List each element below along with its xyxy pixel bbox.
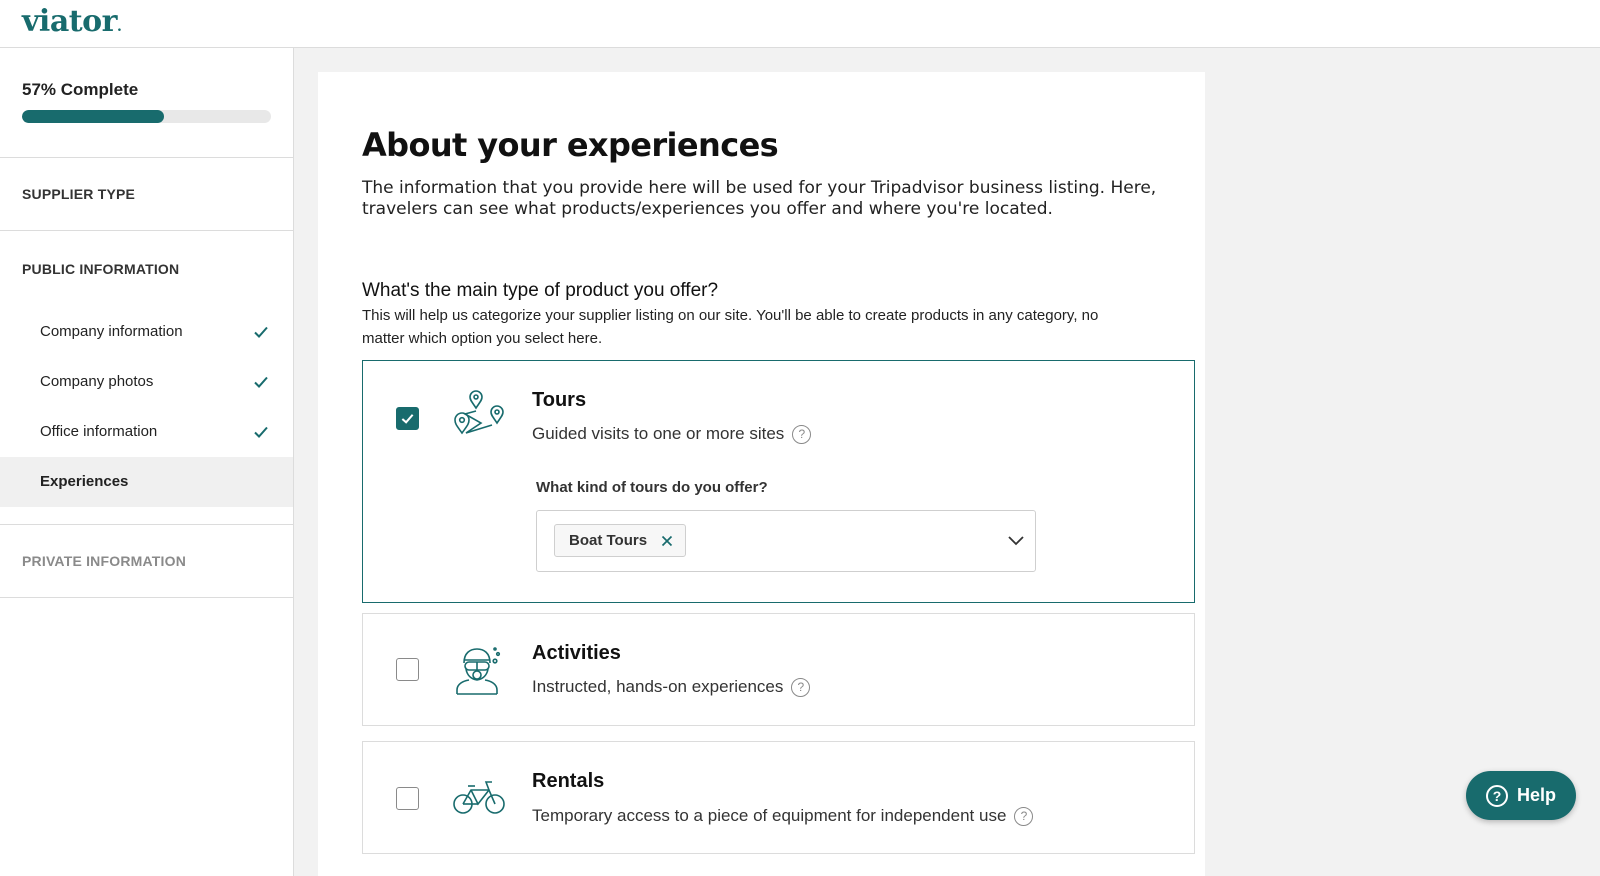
chevron-down-icon[interactable]	[1007, 531, 1025, 549]
bicycle-icon	[453, 781, 505, 814]
tours-checkbox[interactable]	[396, 407, 419, 430]
progress-bar-fill	[22, 110, 164, 123]
nav-section-private-information: PRIVATE INFORMATION	[0, 525, 293, 598]
question-circle-icon: ?	[1485, 784, 1508, 807]
sidebar-item-company-photos[interactable]: Company photos	[0, 357, 293, 407]
checkmark-icon	[401, 414, 414, 424]
option-title: Activities	[532, 642, 621, 664]
progress-block: 57% Complete	[0, 48, 293, 158]
option-activities[interactable]: Activities Instructed, hands-on experien…	[362, 613, 1195, 726]
question-title: What's the main type of product you offe…	[362, 280, 719, 301]
tours-kind-label: What kind of tours do you offer?	[536, 479, 768, 496]
sidebar-item-company-information[interactable]: Company information	[0, 307, 293, 357]
option-description: Temporary access to a piece of equipment…	[532, 806, 1034, 826]
sidebar-item-label: Office information	[40, 423, 158, 440]
progress-label: 57% Complete	[22, 80, 139, 99]
sidebar-item-office-information[interactable]: Office information	[0, 407, 293, 457]
sidebar-item-experiences[interactable]: Experiences	[0, 457, 293, 507]
page-description: The information that you provide here wi…	[362, 178, 1157, 219]
help-button-label: Help	[1516, 785, 1556, 805]
diver-icon	[456, 647, 501, 695]
remove-tag-icon[interactable]	[661, 535, 673, 547]
check-icon	[254, 376, 268, 388]
activities-checkbox[interactable]	[396, 658, 419, 681]
viator-logo[interactable]: viator.	[22, 4, 122, 39]
sidebar-item-label: Experiences	[40, 473, 129, 490]
help-button[interactable]: ? Help	[1466, 771, 1576, 820]
option-description-text: Guided visits to one or more sites	[532, 424, 785, 443]
rentals-checkbox[interactable]	[396, 787, 419, 810]
option-tours[interactable]: Tours Guided visits to one or more sites…	[362, 360, 1195, 603]
selected-tag-label: Boat Tours	[569, 532, 648, 549]
check-icon	[254, 326, 268, 338]
sidebar-item-label: Company photos	[40, 373, 154, 390]
question-description: This will help us categorize your suppli…	[362, 307, 1099, 347]
main-card: About your experiences The information t…	[318, 72, 1205, 876]
option-description: Guided visits to one or more sites?	[532, 424, 812, 444]
sidebar-item-label: Company information	[40, 323, 183, 340]
nav-section-public-information: PUBLIC INFORMATION Company information C…	[0, 231, 293, 525]
map-pins-icon	[454, 390, 504, 435]
option-rentals[interactable]: Rentals Temporary access to a piece of e…	[362, 741, 1195, 854]
nav-section-supplier-type: SUPPLIER TYPE	[0, 158, 293, 231]
top-bar: viator.	[0, 0, 1600, 48]
nav-heading-supplier-type[interactable]: SUPPLIER TYPE	[0, 158, 293, 230]
option-title: Rentals	[532, 770, 605, 792]
nav-heading-public-information[interactable]: PUBLIC INFORMATION	[0, 231, 293, 307]
page-title: About your experiences	[362, 126, 779, 164]
option-description: Instructed, hands-on experiences?	[532, 677, 811, 697]
question-mark-icon[interactable]: ?	[1014, 807, 1034, 826]
nav-heading-private-information[interactable]: PRIVATE INFORMATION	[0, 525, 293, 597]
tours-kind-select[interactable]: Boat Tours	[536, 510, 1036, 572]
progress-bar	[22, 110, 271, 123]
option-description-text: Instructed, hands-on experiences	[532, 677, 784, 696]
selected-tag: Boat Tours	[554, 524, 687, 557]
question-mark-icon[interactable]: ?	[791, 678, 811, 697]
question-mark-icon[interactable]: ?	[792, 425, 812, 444]
sidebar: 57% Complete SUPPLIER TYPE PUBLIC INFORM…	[0, 48, 294, 876]
option-title: Tours	[532, 389, 587, 411]
check-icon	[254, 426, 268, 438]
option-description-text: Temporary access to a piece of equipment…	[532, 806, 1007, 825]
